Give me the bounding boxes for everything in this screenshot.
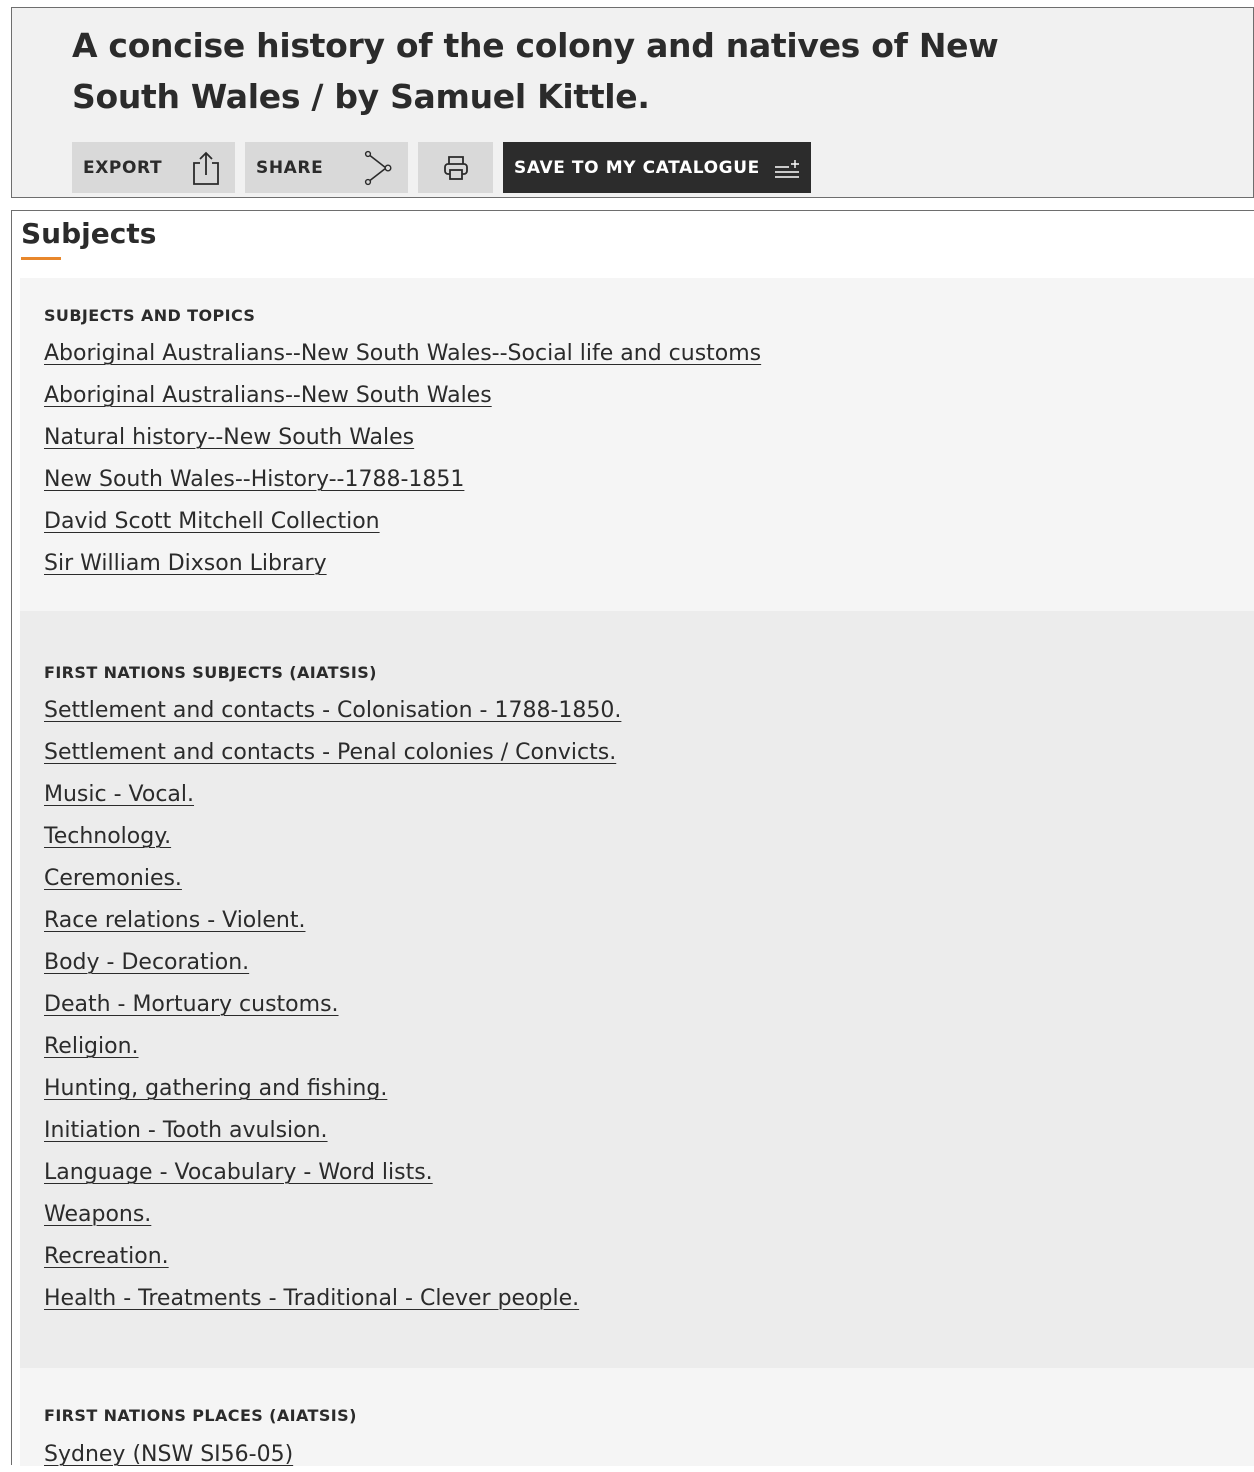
subject-link[interactable]: Race relations - Violent. xyxy=(44,904,621,946)
subject-link[interactable]: Sydney (NSW SI56-05) xyxy=(44,1438,293,1472)
subject-link[interactable]: Ceremonies. xyxy=(44,862,621,904)
subject-link[interactable]: Initiation - Tooth avulsion. xyxy=(44,1114,621,1156)
share-button[interactable]: SHARE xyxy=(245,142,408,193)
subject-link[interactable]: Health - Treatments - Traditional - Clev… xyxy=(44,1282,621,1324)
subject-link[interactable]: Hunting, gathering and fishing. xyxy=(44,1072,621,1114)
subject-link[interactable]: Aboriginal Australians--New South Wales xyxy=(44,379,761,421)
subject-link[interactable]: Music - Vocal. xyxy=(44,778,621,820)
save-button-label: SAVE TO MY CATALOGUE xyxy=(514,157,760,178)
subject-link-list: Sydney (NSW SI56-05) xyxy=(44,1438,293,1472)
share-upload-icon xyxy=(191,150,221,186)
section-heading: Subjects xyxy=(21,217,157,250)
subject-link[interactable]: Technology. xyxy=(44,820,621,862)
add-to-list-icon xyxy=(773,157,801,179)
group-label: FIRST NATIONS SUBJECTS (AIATSIS) xyxy=(44,663,377,682)
subject-group-first-nations-subjects: FIRST NATIONS SUBJECTS (AIATSIS) Settlem… xyxy=(20,611,1254,1368)
subject-link[interactable]: Recreation. xyxy=(44,1240,621,1282)
print-button[interactable] xyxy=(418,142,493,193)
export-button-label: EXPORT xyxy=(83,157,163,178)
export-button[interactable]: EXPORT xyxy=(72,142,235,193)
save-to-catalogue-button[interactable]: SAVE TO MY CATALOGUE xyxy=(503,142,811,193)
subject-link[interactable]: Settlement and contacts - Colonisation -… xyxy=(44,694,621,736)
subject-link[interactable]: Body - Decoration. xyxy=(44,946,621,988)
group-label: SUBJECTS AND TOPICS xyxy=(44,306,256,325)
subject-group-topics: SUBJECTS AND TOPICS Aboriginal Australia… xyxy=(20,278,1254,611)
subject-link[interactable]: David Scott Mitchell Collection xyxy=(44,505,761,547)
subject-link[interactable]: Death - Mortuary customs. xyxy=(44,988,621,1030)
heading-accent-underline xyxy=(21,257,61,260)
subject-link-list: Settlement and contacts - Colonisation -… xyxy=(44,694,621,1324)
subject-link[interactable]: Religion. xyxy=(44,1030,621,1072)
subject-link[interactable]: Natural history--New South Wales xyxy=(44,421,761,463)
record-toolbar: EXPORT SHARE SAVE TO MY CATALOGUE xyxy=(72,142,811,193)
group-label: FIRST NATIONS PLACES (AIATSIS) xyxy=(44,1406,357,1425)
page-title: A concise history of the colony and nati… xyxy=(72,26,999,116)
subject-link-list: Aboriginal Australians--New South Wales-… xyxy=(44,337,761,589)
subject-link[interactable]: Weapons. xyxy=(44,1198,621,1240)
share-nodes-icon xyxy=(364,150,394,186)
printer-icon xyxy=(443,155,469,181)
subject-link[interactable]: Sir William Dixson Library xyxy=(44,547,761,589)
share-button-label: SHARE xyxy=(256,157,324,178)
subjects-section: Subjects SUBJECTS AND TOPICS Aboriginal … xyxy=(11,210,1254,1467)
subject-link[interactable]: Settlement and contacts - Penal colonies… xyxy=(44,736,621,778)
record-header: A concise history of the colony and nati… xyxy=(11,7,1254,198)
subject-link[interactable]: Language - Vocabulary - Word lists. xyxy=(44,1156,621,1198)
subject-link[interactable]: New South Wales--History--1788-1851 xyxy=(44,463,761,505)
subject-group-first-nations-places: FIRST NATIONS PLACES (AIATSIS) Sydney (N… xyxy=(20,1368,1254,1467)
subject-link[interactable]: Aboriginal Australians--New South Wales-… xyxy=(44,337,761,379)
